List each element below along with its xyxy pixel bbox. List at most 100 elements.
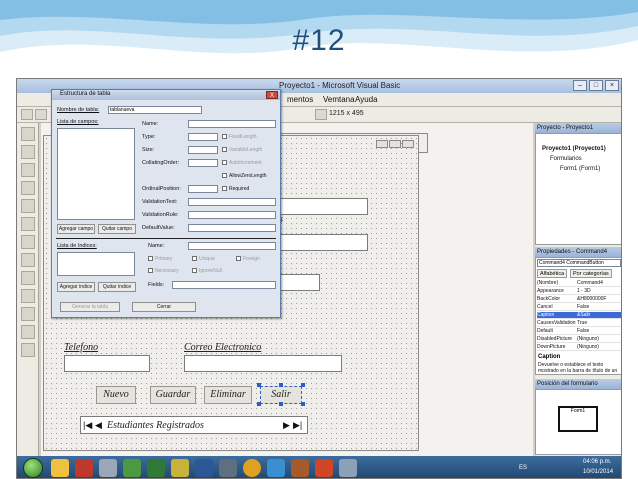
remove-index-button[interactable]: Quitar índice xyxy=(98,282,136,292)
properties-object-combo[interactable]: Command4 CommandButton xyxy=(537,259,621,267)
required-checkbox[interactable]: Required xyxy=(222,186,249,192)
variable-length-checkbox[interactable]: VariableLength xyxy=(222,147,262,153)
property-row[interactable]: DisabledPicture (Ninguno) xyxy=(537,336,621,343)
dialog-close-button[interactable]: X xyxy=(266,91,278,99)
validation-text-input[interactable] xyxy=(188,198,276,206)
property-row[interactable]: BackColor &H8000000F xyxy=(537,296,621,303)
textbox-tool-icon[interactable] xyxy=(21,181,35,195)
field-type-input[interactable] xyxy=(188,133,218,141)
property-row[interactable]: Appearance 1 - 3D xyxy=(537,288,621,295)
nuevo-button[interactable]: Nuevo xyxy=(96,386,136,404)
add-field-button[interactable]: Agregar campo xyxy=(57,224,95,234)
toolbar-button[interactable] xyxy=(315,109,327,120)
media-player-icon[interactable] xyxy=(75,459,93,477)
combobox-tool-icon[interactable] xyxy=(21,271,35,285)
build-table-button[interactable]: Generar la tabla xyxy=(60,302,120,312)
property-row[interactable]: CausesValidationTrue xyxy=(537,320,621,327)
data-navigator[interactable]: |◀ ◀ Estudiantes Registrados ▶ ▶| xyxy=(80,416,308,434)
remove-field-button[interactable]: Quitar campo xyxy=(98,224,136,234)
fields-listbox[interactable] xyxy=(57,128,135,220)
data-tool-icon[interactable] xyxy=(21,343,35,357)
field-size-input[interactable] xyxy=(188,146,218,154)
close-button[interactable]: × xyxy=(605,80,619,91)
next-record-icon[interactable]: ▶ xyxy=(283,420,290,431)
selection-handle[interactable] xyxy=(257,383,261,387)
selection-handle[interactable] xyxy=(301,383,305,387)
commandbutton-tool-icon[interactable] xyxy=(21,217,35,231)
tree-item-form1[interactable]: Form1 (Form1) xyxy=(560,166,600,172)
selection-handle[interactable] xyxy=(257,402,261,406)
index-name-input[interactable] xyxy=(188,242,276,250)
timer-tool-icon[interactable] xyxy=(21,325,35,339)
listbox-tool-icon[interactable] xyxy=(21,289,35,303)
explorer-icon[interactable] xyxy=(51,459,69,477)
close-dialog-button[interactable]: Cerrar xyxy=(132,302,196,312)
mini-form-preview[interactable]: Form1 xyxy=(558,406,598,432)
form-textbox[interactable] xyxy=(276,234,368,251)
ordinal-position-input[interactable] xyxy=(188,185,218,193)
index-fields-input[interactable] xyxy=(172,281,276,289)
tab-alfabetica[interactable]: Alfabética xyxy=(537,269,568,278)
app-icon[interactable] xyxy=(171,459,189,477)
fixed-length-checkbox[interactable]: FixedLength xyxy=(222,134,257,140)
foreign-checkbox[interactable]: Foreign xyxy=(236,256,260,262)
selection-handle[interactable] xyxy=(279,402,283,406)
table-name-input[interactable]: tablanueva xyxy=(108,106,202,114)
app-icon[interactable] xyxy=(219,459,237,477)
app-icon[interactable] xyxy=(291,459,309,477)
prev-record-icon[interactable]: ◀ xyxy=(95,420,102,431)
clock-date[interactable]: 10/01/2014 xyxy=(583,469,613,475)
allow-zero-length-checkbox[interactable]: AllowZeroLength xyxy=(222,173,267,179)
form-textbox[interactable] xyxy=(276,198,368,215)
maximize-button[interactable]: □ xyxy=(589,80,603,91)
property-row-selected[interactable]: Caption &Salir xyxy=(537,312,621,319)
optionbutton-tool-icon[interactable] xyxy=(21,253,35,267)
default-value-input[interactable] xyxy=(188,224,276,232)
eliminar-button[interactable]: Eliminar xyxy=(204,386,252,404)
field-name-input[interactable] xyxy=(188,120,276,128)
auto-increment-checkbox[interactable]: AutoIncrement xyxy=(222,160,262,166)
form-close-button[interactable] xyxy=(402,140,414,148)
menu-ayuda[interactable]: Ayuda xyxy=(355,95,378,104)
scrollbar-tool-icon[interactable] xyxy=(21,307,35,321)
form-textbox[interactable] xyxy=(276,274,320,291)
menu-complementos[interactable]: mentos xyxy=(287,95,313,104)
collating-order-input[interactable] xyxy=(188,159,218,167)
chrome-icon[interactable] xyxy=(243,459,261,477)
skype-icon[interactable] xyxy=(267,459,285,477)
frame-tool-icon[interactable] xyxy=(21,199,35,213)
property-row[interactable]: Cancel False xyxy=(537,304,621,311)
pointer-tool-icon[interactable] xyxy=(21,127,35,141)
minimize-button[interactable]: – xyxy=(573,80,587,91)
index-listbox[interactable] xyxy=(57,252,135,276)
selection-handle[interactable] xyxy=(301,402,305,406)
label-tool-icon[interactable] xyxy=(21,163,35,177)
telefono-field[interactable] xyxy=(64,355,150,372)
checkbox-tool-icon[interactable] xyxy=(21,235,35,249)
property-row[interactable]: DownPicture (Ninguno) xyxy=(537,344,621,351)
language-indicator[interactable]: ES xyxy=(519,465,527,471)
picturebox-tool-icon[interactable] xyxy=(21,145,35,159)
validation-rule-input[interactable] xyxy=(188,211,276,219)
vb6-icon[interactable] xyxy=(339,459,357,477)
tree-item-project[interactable]: Proyecto1 (Proyecto1) xyxy=(542,146,606,152)
toolbar-button[interactable] xyxy=(21,109,33,120)
powerpoint-icon[interactable] xyxy=(315,459,333,477)
start-button-icon[interactable] xyxy=(23,458,43,478)
property-row[interactable]: (Nombre) Command4 xyxy=(537,280,621,287)
form-maximize-button[interactable] xyxy=(389,140,401,148)
ignore-null-checkbox[interactable]: IgnoreNull xyxy=(192,268,222,274)
primary-checkbox[interactable]: Primary xyxy=(148,256,172,262)
property-row[interactable]: Default False xyxy=(537,328,621,335)
guardar-button[interactable]: Guardar xyxy=(150,386,196,404)
last-record-icon[interactable]: ▶| xyxy=(293,420,302,431)
first-record-icon[interactable]: |◀ xyxy=(83,420,92,431)
add-index-button[interactable]: Agregar índice xyxy=(57,282,95,292)
app-icon[interactable] xyxy=(123,459,141,477)
word-icon[interactable] xyxy=(195,459,213,477)
tab-por-categorias[interactable]: Por categorías xyxy=(570,269,612,278)
app-icon[interactable] xyxy=(99,459,117,477)
menu-ventana[interactable]: Vemtana xyxy=(323,95,355,104)
selection-handle[interactable] xyxy=(279,383,283,387)
toolbar-button[interactable] xyxy=(35,109,47,120)
